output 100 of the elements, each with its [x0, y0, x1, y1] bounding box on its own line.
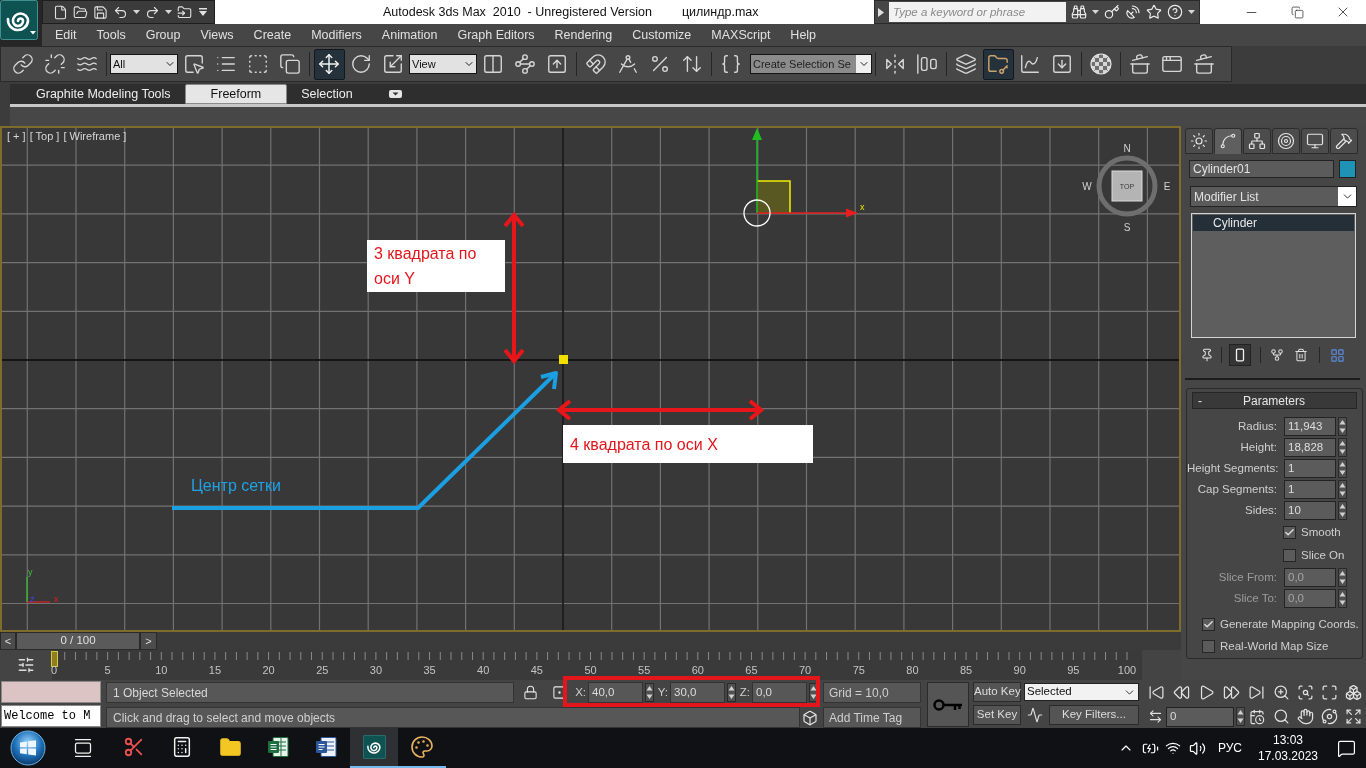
help-icon[interactable]: [1167, 4, 1183, 20]
menu-item[interactable]: Help: [780, 24, 827, 46]
window-icon[interactable]: [1161, 53, 1183, 75]
modifier-stack[interactable]: Cylinder: [1191, 213, 1356, 338]
coordinate-system-dropdown[interactable]: View: [409, 54, 477, 74]
boxes-icon[interactable]: [1344, 684, 1362, 701]
caret-icon[interactable]: [1188, 10, 1195, 14]
viewport-label[interactable]: [ + ]: [7, 131, 26, 142]
previous-frame-button[interactable]: <: [0, 632, 16, 650]
zoom-in-icon[interactable]: [1272, 684, 1290, 701]
skip-back-icon[interactable]: [1148, 684, 1165, 701]
object-name-field[interactable]: Cylinder01: [1189, 160, 1334, 178]
magnifier-icon[interactable]: [1272, 708, 1290, 725]
lock-icon[interactable]: [522, 685, 538, 700]
link-icon[interactable]: [12, 53, 34, 75]
spinner-arrows-icon[interactable]: [1338, 589, 1347, 608]
spinner-field[interactable]: 11,943: [1284, 417, 1336, 436]
named-selection-dropdown[interactable]: Create Selection Se: [750, 54, 872, 74]
key-icon[interactable]: [1104, 4, 1120, 20]
wifi-icon[interactable]: [1165, 740, 1181, 756]
cube-icon[interactable]: [802, 709, 818, 726]
star-icon[interactable]: [1146, 4, 1162, 20]
taskbar-button[interactable]: [350, 728, 398, 768]
frame-marker[interactable]: [50, 651, 58, 667]
checkbox[interactable]: [1283, 549, 1296, 562]
auto-key-button[interactable]: Auto Key: [973, 682, 1021, 702]
application-button[interactable]: [0, 0, 42, 46]
menu-item[interactable]: Views: [190, 24, 244, 46]
caret-icon[interactable]: [1092, 10, 1099, 14]
frame-corners-icon[interactable]: [1320, 684, 1338, 701]
fast-forward-icon[interactable]: [1223, 684, 1240, 701]
menu-item[interactable]: Tools: [86, 24, 136, 46]
menu-item[interactable]: Customize: [622, 24, 702, 46]
clock-date[interactable]: 17.03.2023: [1257, 750, 1319, 762]
checkbox[interactable]: [1202, 618, 1215, 631]
set-key-button[interactable]: Set Key: [973, 705, 1021, 725]
viewport-label[interactable]: [ Top ]: [29, 131, 60, 142]
viewport-label[interactable]: [ Wireframe ]: [63, 131, 127, 142]
collapse-toggle[interactable]: -: [1193, 394, 1202, 407]
task-view-icon[interactable]: [73, 738, 93, 758]
track-bar[interactable]: 0 5 10 15 20 25 30 35 40 45 50 55 60 65 70 75 80 85 90 95 100: [52, 650, 1142, 680]
layers-icon[interactable]: [955, 53, 977, 75]
spinner-field[interactable]: 18,828: [1284, 438, 1336, 457]
spinner-arrows-icon[interactable]: [1338, 480, 1347, 499]
modifier-list-dropdown[interactable]: Modifier List: [1190, 186, 1357, 207]
trash-icon[interactable]: [1294, 348, 1308, 362]
checkbox[interactable]: [1202, 640, 1215, 653]
coordinate-field[interactable]: 40,0: [588, 682, 643, 703]
pin-icon[interactable]: [1200, 348, 1214, 362]
clock-time[interactable]: 13:03: [1273, 734, 1303, 746]
binoculars-icon[interactable]: [1071, 4, 1087, 20]
caret-icon[interactable]: [133, 10, 140, 14]
selection-filter-dropdown[interactable]: All: [110, 54, 178, 74]
square-cursor-icon[interactable]: [183, 53, 205, 75]
up-arrow-square-icon[interactable]: [546, 53, 568, 75]
panel-tab[interactable]: [1185, 128, 1213, 154]
key-button[interactable]: [927, 682, 969, 727]
hand-icon[interactable]: [1296, 708, 1314, 725]
checkbox[interactable]: [1283, 526, 1296, 539]
spinner-field[interactable]: 1: [1284, 459, 1336, 478]
ribbon-toggle-button[interactable]: [982, 48, 1014, 80]
two-squares-icon[interactable]: [279, 53, 301, 75]
move-gizmo[interactable]: [752, 128, 858, 218]
two-columns-icon[interactable]: [482, 53, 504, 75]
restore-icon[interactable]: [1290, 5, 1304, 19]
menu-item[interactable]: Animation: [371, 24, 448, 46]
stack-item[interactable]: Cylinder: [1193, 215, 1354, 231]
panel-tab[interactable]: [1214, 128, 1242, 154]
save-icon[interactable]: [93, 4, 108, 20]
spinner-arrows-icon[interactable]: [1338, 417, 1347, 436]
compass-icon[interactable]: [617, 53, 639, 75]
caret-icon[interactable]: [165, 10, 172, 14]
cylinder-outline[interactable]: [743, 199, 771, 227]
current-frame-field[interactable]: 0: [1166, 706, 1234, 727]
spinner-arrows-icon[interactable]: [1338, 501, 1347, 520]
spinner-arrows-icon[interactable]: [1338, 438, 1347, 457]
rotate-icon[interactable]: [350, 53, 372, 75]
menu-item[interactable]: Edit: [45, 24, 87, 46]
spinner-arrows-icon[interactable]: [809, 683, 818, 702]
compass-ring[interactable]: [1096, 155, 1158, 217]
notification-icon[interactable]: [1336, 738, 1356, 758]
panel-tab[interactable]: [1330, 128, 1358, 154]
panel-tab[interactable]: [1301, 128, 1329, 154]
panel-tab[interactable]: [1243, 128, 1271, 154]
curve-chart-icon[interactable]: [1019, 53, 1041, 75]
orbit-icon[interactable]: [1320, 708, 1338, 725]
open-folder-icon[interactable]: [73, 4, 88, 20]
dropdown-triangle-icon[interactable]: [199, 8, 207, 16]
time-slider-thumb[interactable]: 0 / 100: [16, 632, 140, 650]
undo-icon[interactable]: [113, 4, 128, 20]
rollout-title[interactable]: Parameters: [1202, 394, 1356, 407]
panel-tab[interactable]: [1272, 128, 1300, 154]
time-slider-track[interactable]: < 0 / 100 >: [0, 632, 1181, 650]
wave-line-icon[interactable]: [1027, 707, 1043, 723]
menu-item[interactable]: Group: [135, 24, 191, 46]
percent-icon[interactable]: [649, 53, 671, 75]
ribbon-tab[interactable]: Graphite Modeling Tools: [22, 84, 185, 104]
down-arrow-square-icon[interactable]: [1051, 53, 1073, 75]
pot-icon[interactable]: [1193, 53, 1215, 75]
listener-input-field[interactable]: [1, 681, 101, 703]
